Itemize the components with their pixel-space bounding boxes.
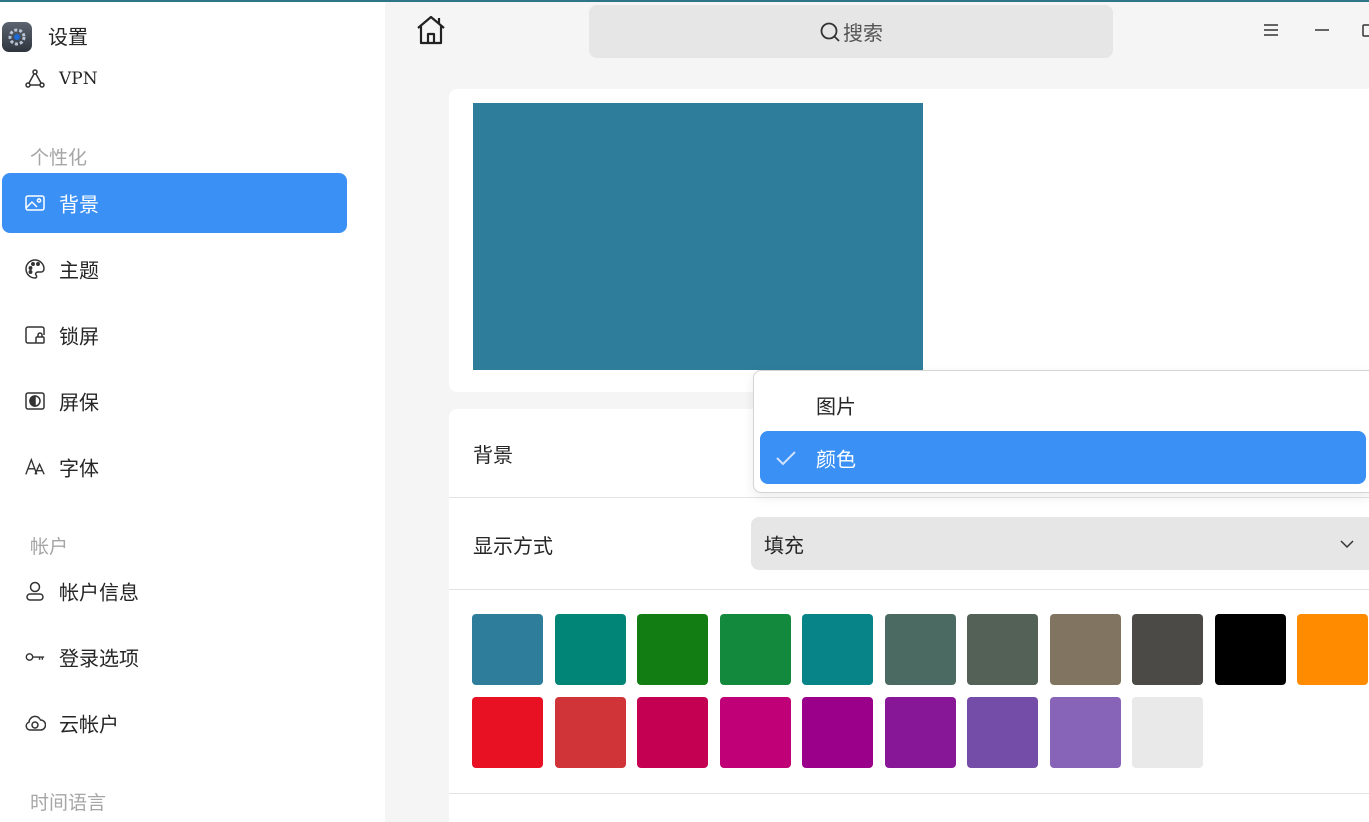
background-type-dropdown: 图片 颜色 [753, 370, 1369, 493]
color-swatch[interactable] [885, 614, 956, 685]
dropdown-option-image[interactable]: 图片 [760, 378, 1366, 431]
sidebar-item-login-options[interactable]: 登录选项 [2, 627, 347, 687]
color-swatch[interactable] [637, 697, 708, 768]
sidebar-item-theme[interactable]: 主题 [2, 239, 347, 299]
dropdown-option-label: 颜色 [816, 447, 856, 471]
divider [449, 589, 1369, 590]
color-swatch[interactable] [637, 614, 708, 685]
search-input[interactable]: 搜索 [589, 5, 1113, 58]
color-swatch[interactable] [802, 614, 873, 685]
font-icon [24, 456, 46, 478]
sidebar-item-label: 背景 [59, 192, 99, 217]
vpn-icon [24, 68, 46, 90]
sidebar-item-label: VPN [59, 69, 98, 89]
search-placeholder: 搜索 [843, 21, 883, 45]
background-preview [473, 103, 923, 370]
sidebar-item-screensaver[interactable]: 屏保 [2, 371, 347, 431]
color-swatch[interactable] [720, 697, 791, 768]
sidebar-item-label: 主题 [59, 258, 99, 283]
minimize-icon [1313, 22, 1331, 42]
sidebar-item-background[interactable]: 背景 [2, 173, 347, 233]
color-swatch[interactable] [1297, 614, 1368, 685]
sidebar-item-font[interactable]: 字体 [2, 437, 347, 497]
home-icon [414, 13, 448, 51]
hamburger-icon [1262, 22, 1280, 42]
user-icon [24, 580, 46, 602]
lock-screen-icon [24, 324, 46, 346]
display-mode-value: 填充 [764, 533, 804, 557]
color-swatch[interactable] [802, 697, 873, 768]
color-swatch[interactable] [1050, 614, 1121, 685]
color-swatch[interactable] [720, 614, 791, 685]
background-label: 背景 [473, 443, 513, 467]
sidebar-item-label: 登录选项 [59, 646, 139, 671]
sidebar-item-label: 锁屏 [59, 324, 99, 349]
sidebar-item-vpn[interactable]: VPN [2, 49, 347, 109]
color-swatch[interactable] [472, 614, 543, 685]
section-title-accounts: 帐户 [30, 536, 69, 558]
minimize-button[interactable] [1310, 20, 1334, 44]
cloud-icon [24, 712, 46, 734]
dropdown-option-color[interactable]: 颜色 [760, 431, 1366, 484]
color-swatch[interactable] [1215, 614, 1286, 685]
sidebar-item-account-info[interactable]: 帐户信息 [2, 561, 347, 621]
palette-icon [24, 258, 46, 280]
checkmark-icon [774, 446, 798, 470]
display-mode-label: 显示方式 [473, 534, 553, 558]
color-swatch[interactable] [472, 697, 543, 768]
search-icon [819, 21, 841, 43]
color-swatch[interactable] [885, 697, 956, 768]
sidebar-item-lock-screen[interactable]: 锁屏 [2, 305, 347, 365]
screensaver-icon [24, 390, 46, 412]
color-swatch[interactable] [967, 697, 1038, 768]
app-title: 设置 [48, 25, 88, 49]
sidebar-item-label: 云帐户 [59, 712, 119, 737]
menu-button[interactable] [1259, 20, 1283, 44]
color-swatch[interactable] [1050, 697, 1121, 768]
section-title-personalization: 个性化 [30, 147, 88, 169]
color-swatch[interactable] [555, 614, 626, 685]
divider [449, 793, 1369, 794]
color-swatch[interactable] [555, 697, 626, 768]
image-icon [24, 192, 46, 214]
sidebar-item-label: 字体 [59, 456, 99, 481]
settings-app-icon [2, 22, 32, 52]
color-swatch[interactable] [1132, 697, 1203, 768]
key-icon [24, 646, 46, 668]
sidebar-item-cloud-account[interactable]: 云帐户 [2, 693, 347, 753]
chevron-down-icon [1336, 533, 1358, 555]
display-mode-select[interactable]: 填充 [751, 517, 1369, 570]
home-button[interactable] [413, 14, 449, 50]
divider [449, 497, 1369, 498]
dropdown-option-label: 图片 [816, 394, 856, 418]
color-swatch[interactable] [1132, 614, 1203, 685]
sidebar-item-label: 帐户信息 [59, 580, 139, 605]
sidebar-item-label: 屏保 [59, 390, 99, 415]
sidebar: 设置 VPN 个性化 背景 主题 锁屏 屏保 字体 帐户 帐户信息 登录选项 云… [0, 2, 385, 822]
section-title-time-language: 时间语言 [30, 792, 107, 814]
maximize-button[interactable] [1357, 20, 1369, 44]
maximize-icon [1357, 22, 1369, 42]
color-swatch[interactable] [967, 614, 1038, 685]
